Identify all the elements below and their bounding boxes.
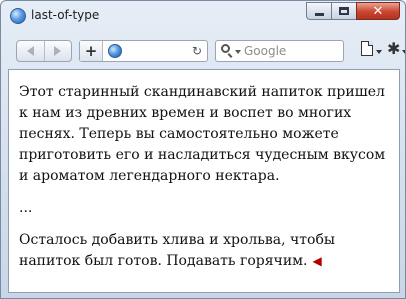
- forward-button[interactable]: [43, 41, 72, 61]
- close-button[interactable]: ✕: [356, 2, 400, 20]
- minimize-icon: [307, 3, 331, 19]
- page-menu-icon[interactable]: [361, 41, 373, 56]
- forward-arrow-icon: [54, 46, 62, 56]
- new-tab-button[interactable]: +: [80, 41, 103, 61]
- reload-icon[interactable]: ↻: [192, 44, 202, 58]
- maximize-icon: [332, 3, 356, 19]
- window-title: last-of-type: [31, 8, 100, 22]
- page-menu-chevron-icon[interactable]: [376, 50, 382, 54]
- maximize-button[interactable]: [331, 2, 357, 20]
- globe-icon: [108, 44, 122, 58]
- toolbar: + ↻ Google ✱: [1, 31, 405, 67]
- search-icon[interactable]: [221, 44, 235, 58]
- title-bar[interactable]: last-of-type ✕: [1, 1, 405, 31]
- paragraph-3: Осталось добавить хлива и хрольва, чтобы…: [19, 232, 336, 269]
- tools-menu-chevron-icon[interactable]: [402, 50, 405, 54]
- back-arrow-icon: [26, 46, 34, 56]
- search-engine-dropdown-icon[interactable]: [235, 50, 241, 54]
- address-bar[interactable]: + ↻: [79, 40, 208, 62]
- nav-buttons: [16, 40, 72, 62]
- search-box[interactable]: Google: [215, 40, 344, 62]
- pointer-marker-icon: ◀: [312, 254, 322, 268]
- paragraph-1: Этот старинный скандинавский напиток при…: [19, 84, 386, 184]
- close-icon: ✕: [372, 3, 384, 19]
- minimize-button[interactable]: [306, 2, 332, 20]
- page-content: Этот старинный скандинавский напиток при…: [8, 69, 400, 293]
- search-placeholder: Google: [244, 44, 287, 58]
- window-controls: ✕: [306, 2, 400, 21]
- browser-window: last-of-type ✕ + ↻ Google ✱ Этот старинн…: [0, 0, 406, 299]
- back-button[interactable]: [17, 41, 44, 61]
- paragraph-2: ...: [19, 200, 33, 216]
- paragraph-3-container: Осталось добавить хлива и хрольва, чтобы…: [19, 230, 389, 272]
- gear-icon[interactable]: ✱: [387, 41, 400, 57]
- browser-app-icon: [10, 8, 26, 24]
